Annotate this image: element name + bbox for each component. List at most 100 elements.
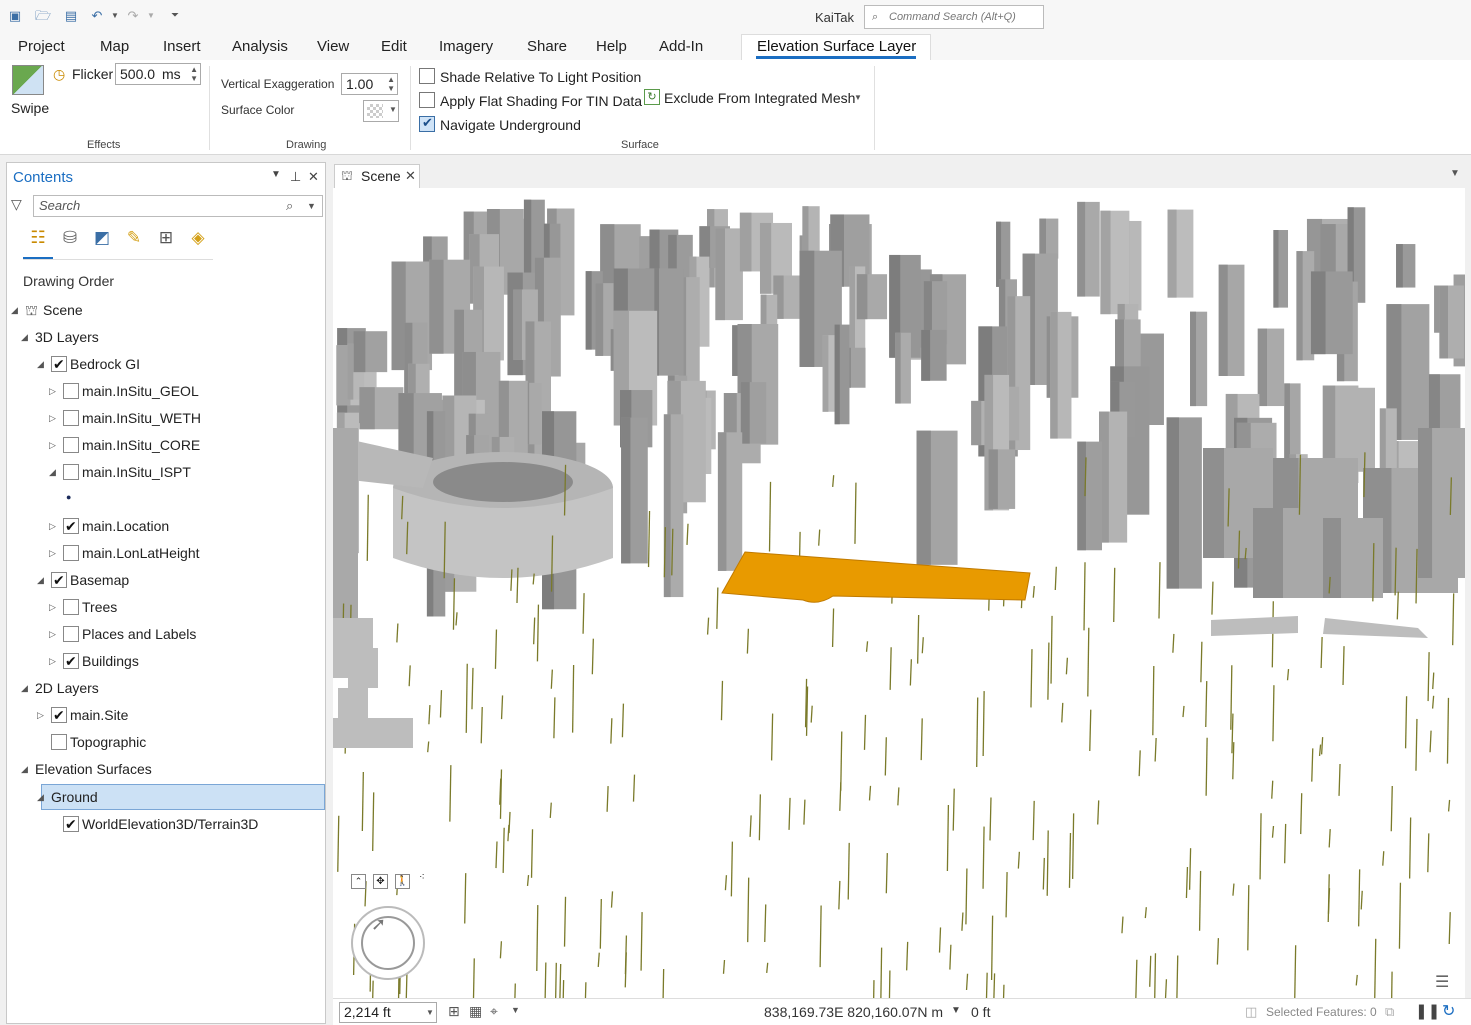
tree-item-2d-layers[interactable]: ◢ 2D Layers (11, 677, 311, 699)
chevron-down-icon[interactable]: ▼ (1450, 168, 1460, 179)
tree-item-main-insitu-weth[interactable]: ▷ main.InSitu_WETH (11, 407, 311, 429)
tab-scene[interactable]: ⛫ Scene ✕ (334, 164, 420, 188)
scale-selector[interactable]: 2,214 ft ▼ (339, 1002, 437, 1023)
flicker-interval-input[interactable]: 500.0 ms ▲ ▼ (115, 63, 201, 85)
collapse-arrow-icon[interactable]: ◢ (21, 326, 28, 348)
refresh-selection-icon[interactable]: ⧉ (1385, 1004, 1394, 1020)
layer-visibility-checkbox[interactable] (51, 569, 67, 591)
vertical-exaggeration-input[interactable]: 1.00 ▲ ▼ (341, 73, 398, 95)
pause-drawing-icon[interactable]: ❚❚ (1415, 1002, 1440, 1020)
tab-edit[interactable]: Edit (381, 38, 407, 55)
legend-symbol-row[interactable]: ● (11, 486, 311, 508)
tree-item-places-and-labels[interactable]: ▷ Places and Labels (11, 623, 311, 645)
surface-color-picker[interactable]: ▼ (363, 100, 399, 122)
tree-item-scene[interactable]: ◢ ⛫ Scene (11, 299, 311, 321)
layer-visibility-checkbox[interactable] (63, 599, 79, 615)
layer-visibility-checkbox[interactable] (63, 515, 79, 537)
scene-view[interactable]: ⌃ ✥ 🚶 ⁖ ➚ ☰ (333, 188, 1465, 998)
tree-item-buildings[interactable]: ▷ Buildings (11, 650, 311, 672)
collapse-arrow-icon[interactable]: ◢ (21, 758, 28, 780)
coordinate-units-chevron-icon[interactable]: ▼ (951, 1005, 961, 1016)
walk-mode-icon[interactable]: 🚶 (395, 874, 410, 889)
collapse-arrow-icon[interactable]: ◢ (49, 461, 56, 483)
layer-visibility-checkbox[interactable] (51, 734, 67, 750)
tree-item-ground[interactable]: ◢ Ground (11, 786, 311, 808)
layer-visibility-checkbox[interactable] (51, 704, 67, 726)
pane-options-chevron-icon[interactable]: ▼ (271, 169, 281, 180)
contents-search-input[interactable]: Search ⌕ ▼ (33, 195, 323, 217)
spinner-arrows-icon[interactable]: ▲ ▼ (387, 75, 395, 93)
tree-item-main-site[interactable]: ▷ main.Site (11, 704, 311, 726)
tree-item-trees[interactable]: ▷ Trees (11, 596, 311, 618)
customize-toolbar-icon[interactable]: ⏷ (166, 8, 184, 24)
tab-map[interactable]: Map (100, 38, 129, 55)
tree-item-basemap[interactable]: ◢ Basemap (11, 569, 311, 591)
collapse-arrow-icon[interactable]: ◢ (37, 786, 44, 808)
layer-visibility-checkbox[interactable] (63, 383, 79, 399)
tree-item-topographic[interactable]: Topographic (11, 731, 311, 753)
redo-icon[interactable]: ↷ (124, 8, 142, 24)
layer-visibility-checkbox[interactable] (63, 626, 79, 642)
grid-icon[interactable]: ⊞ (448, 1003, 460, 1020)
list-by-editing-icon[interactable]: ✎ (123, 227, 145, 249)
exclude-integrated-mesh-button[interactable]: Exclude From Integrated Mesh (664, 90, 855, 106)
tree-item-main-lonlatheight[interactable]: ▷ main.LonLatHeight (11, 542, 311, 564)
close-icon[interactable]: ✕ (405, 165, 416, 187)
shade-relative-checkbox[interactable] (419, 68, 435, 84)
swipe-button[interactable]: Swipe (11, 100, 49, 116)
collapse-arrow-icon[interactable]: ◢ (37, 353, 44, 375)
layer-visibility-checkbox[interactable] (63, 464, 79, 480)
tab-imagery[interactable]: Imagery (439, 38, 493, 55)
new-project-icon[interactable]: ▣ (6, 8, 24, 24)
chevron-down-icon[interactable]: ▼ (854, 93, 862, 102)
save-icon[interactable]: ▤ (62, 8, 80, 24)
list-by-snapping-icon[interactable]: ⊞ (155, 227, 177, 249)
tree-item-worldelevation3d-terrain3d[interactable]: WorldElevation3D/Terrain3D (11, 813, 311, 835)
undo-icon[interactable]: ↶ (88, 8, 106, 24)
chevron-down-icon[interactable]: ▼ (511, 1005, 520, 1015)
tab-project[interactable]: Project (18, 38, 65, 55)
navigator-compass[interactable]: ➚ (351, 906, 425, 980)
expand-arrow-icon[interactable]: ▷ (49, 650, 56, 672)
layer-visibility-checkbox[interactable] (51, 353, 67, 375)
filter-icon[interactable]: ▽ (11, 196, 22, 213)
snapping-icon[interactable]: ⌖ (490, 1003, 498, 1020)
scene-canvas[interactable] (333, 188, 1465, 998)
close-icon[interactable]: ✕ (308, 169, 319, 185)
tree-item-main-insitu-ispt[interactable]: ◢ main.InSitu_ISPT (11, 461, 311, 483)
layer-visibility-checkbox[interactable] (63, 813, 79, 835)
tab-view[interactable]: View (317, 38, 349, 55)
map-tips-icon[interactable]: ☰ (1435, 972, 1449, 992)
pin-icon[interactable]: ⊥ (290, 169, 301, 185)
layer-visibility-checkbox[interactable] (63, 437, 79, 453)
navigator-ring[interactable] (361, 916, 415, 970)
tree-item-bedrock-gi[interactable]: ◢ Bedrock GI (11, 353, 311, 375)
table-icon[interactable]: ▦ (469, 1003, 482, 1020)
layer-visibility-checkbox[interactable] (63, 650, 79, 672)
refresh-icon[interactable]: ↻ (1442, 1001, 1455, 1021)
tree-item-main-insitu-geol[interactable]: ▷ main.InSitu_GEOL (11, 380, 311, 402)
undo-dropdown-icon[interactable]: ▼ (106, 8, 124, 24)
tree-item-elevation-surfaces[interactable]: ◢ Elevation Surfaces (11, 758, 311, 780)
tab-add-in[interactable]: Add-In (659, 38, 703, 55)
tree-item-main-insitu-core[interactable]: ▷ main.InSitu_CORE (11, 434, 311, 456)
expand-arrow-icon[interactable]: ▷ (49, 542, 56, 564)
list-by-data-source-icon[interactable]: ⛁ (59, 227, 81, 249)
navigator-options-icon[interactable]: ⁖ (419, 872, 425, 883)
tree-item-main-location[interactable]: ▷ main.Location (11, 515, 311, 537)
tab-help[interactable]: Help (596, 38, 627, 55)
command-search-input[interactable]: ⌕ Command Search (Alt+Q) (864, 5, 1044, 29)
swipe-icon[interactable] (12, 65, 44, 95)
collapse-arrow-icon[interactable]: ◢ (21, 677, 28, 699)
spinner-arrows-icon[interactable]: ▲ ▼ (190, 65, 198, 83)
flat-shading-checkbox[interactable] (419, 92, 435, 108)
tab-share[interactable]: Share (527, 38, 567, 55)
expand-arrow-icon[interactable]: ▷ (49, 380, 56, 402)
expand-arrow-icon[interactable]: ▷ (49, 515, 56, 537)
layer-visibility-checkbox[interactable] (63, 410, 79, 426)
list-by-selection-icon[interactable]: ◩ (91, 227, 113, 249)
tilt-up-icon[interactable]: ⌃ (351, 874, 366, 889)
tree-item-3d-layers[interactable]: ◢ 3D Layers (11, 326, 311, 348)
expand-arrow-icon[interactable]: ▷ (37, 704, 44, 726)
expand-arrow-icon[interactable]: ▷ (49, 434, 56, 456)
